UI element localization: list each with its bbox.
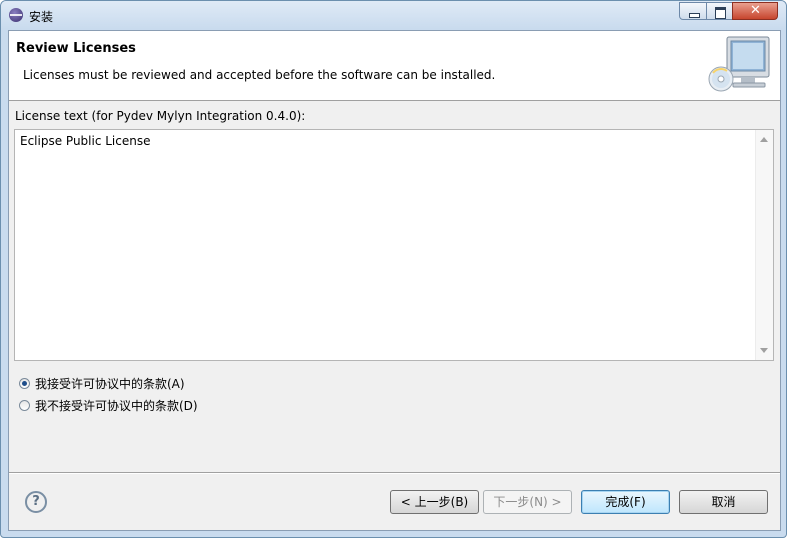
decline-option[interactable]: 我不接受许可协议中的条款(D)	[19, 397, 198, 414]
scroll-up-icon[interactable]	[760, 137, 768, 142]
back-button[interactable]: < 上一步(B)	[390, 490, 479, 514]
license-text: Eclipse Public License	[20, 134, 151, 148]
accept-radio[interactable]	[19, 378, 30, 389]
license-text-label: License text (for Pydev Mylyn Integratio…	[15, 109, 306, 123]
accept-option[interactable]: 我接受许可协议中的条款(A)	[19, 375, 185, 392]
finish-button[interactable]: 完成(F)	[581, 490, 670, 514]
wizard-header: Review Licenses Licenses must be reviewe…	[9, 31, 780, 101]
dialog-body: Review Licenses Licenses must be reviewe…	[8, 30, 781, 531]
accept-label: 我接受许可协议中的条款(A)	[35, 377, 185, 391]
decline-label: 我不接受许可协议中的条款(D)	[35, 399, 198, 413]
maximize-icon	[715, 7, 726, 19]
close-button[interactable]: ✕	[732, 2, 778, 20]
next-button[interactable]: 下一步(N) >	[483, 490, 572, 514]
vertical-scrollbar[interactable]	[755, 130, 773, 360]
close-icon: ✕	[750, 3, 761, 18]
install-computer-icon	[708, 36, 770, 92]
cancel-button[interactable]: 取消	[679, 490, 768, 514]
page-description: Licenses must be reviewed and accepted b…	[23, 68, 496, 82]
maximize-button[interactable]	[706, 2, 733, 20]
install-dialog: 安装 ✕ Review Licenses Licenses must be re…	[0, 0, 787, 538]
help-icon[interactable]: ?	[25, 491, 47, 513]
scroll-down-icon[interactable]	[760, 348, 768, 353]
window-title: 安装	[29, 10, 54, 24]
minimize-button[interactable]	[679, 2, 707, 20]
eclipse-icon	[9, 8, 23, 22]
title-bar[interactable]: 安装 ✕	[1, 1, 786, 29]
footer-separator	[9, 472, 780, 474]
license-text-area[interactable]: Eclipse Public License	[14, 129, 774, 361]
page-title: Review Licenses	[16, 41, 136, 56]
decline-radio[interactable]	[19, 400, 30, 411]
minimize-icon	[689, 13, 700, 18]
